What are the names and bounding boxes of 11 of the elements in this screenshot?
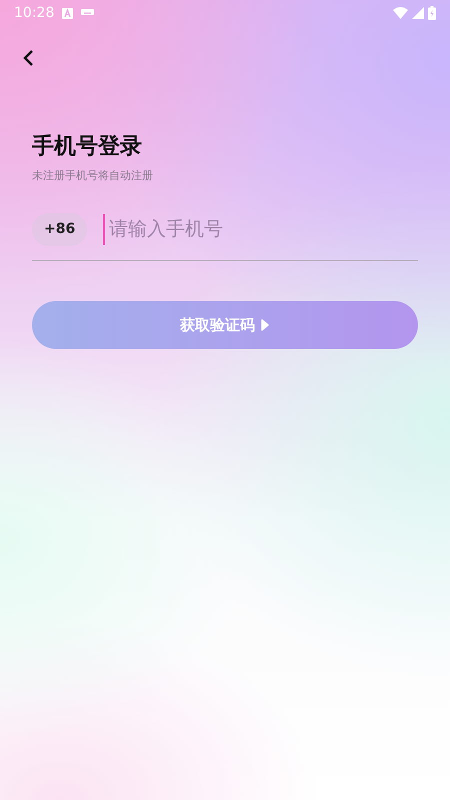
subtitle: 未注册手机号将自动注册	[32, 168, 154, 184]
signal-icon	[412, 7, 424, 19]
phone-input[interactable]: 请输入手机号	[103, 214, 418, 245]
keyboard-icon	[81, 9, 94, 17]
battery-icon	[428, 6, 436, 20]
notification-icon	[62, 8, 74, 18]
country-code[interactable]: +86	[32, 212, 88, 246]
page-title: 手机号登录	[32, 134, 143, 160]
status-time: 10:28	[14, 4, 54, 22]
caret-icon	[260, 318, 270, 331]
wifi-icon	[393, 7, 408, 19]
